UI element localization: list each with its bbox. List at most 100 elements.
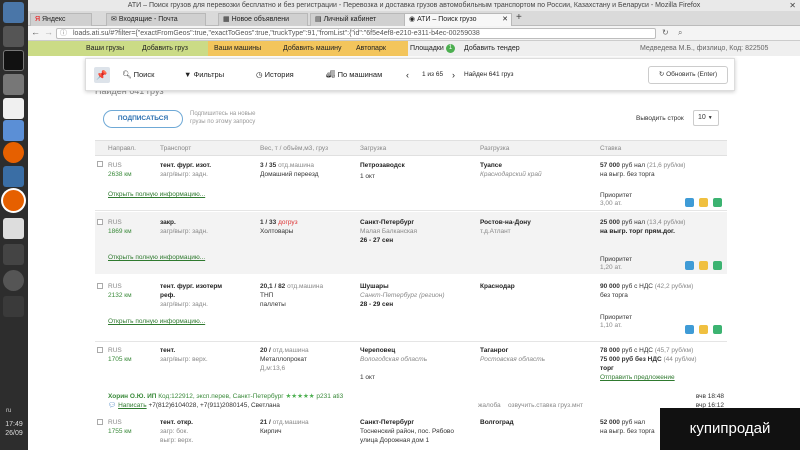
star-icon[interactable] xyxy=(699,261,708,270)
address-bar[interactable]: ⓘ loads.ati.su/#?filter={"exactFromGeos"… xyxy=(56,28,656,39)
nav-add-cargo[interactable]: Добавить груз xyxy=(142,41,188,56)
col-weight[interactable]: Вес, т / объём,м3, груз xyxy=(260,145,328,152)
nav-areas[interactable]: Площадки xyxy=(410,41,444,56)
unload-city[interactable]: Туапсе xyxy=(480,162,502,170)
table-row[interactable]: RUS 1755 км тент. откр. загр: бок. выгр:… xyxy=(95,414,727,450)
voice-rate-link[interactable]: озвучить.ставка xyxy=(508,401,556,410)
search-box-icon[interactable]: ⌕ xyxy=(678,28,682,38)
files-icon[interactable] xyxy=(3,74,24,95)
network-icon[interactable] xyxy=(3,218,24,239)
lang-indicator[interactable]: ru xyxy=(6,408,11,414)
terminal-icon[interactable] xyxy=(3,50,24,71)
prev-page-icon[interactable]: ‹ xyxy=(406,69,409,81)
row-checkbox[interactable] xyxy=(97,219,103,225)
weight-volume: 20,1 / 82 xyxy=(260,283,286,290)
screenshot-icon[interactable] xyxy=(3,120,24,141)
load-city[interactable]: Череповец xyxy=(360,347,395,355)
more-info-link[interactable]: Открыть полную информацию... xyxy=(108,191,205,199)
unload-city[interactable]: Краснодар xyxy=(480,283,515,291)
user-info[interactable]: Медведева М.Б., физлицо, Код: 822505 xyxy=(640,41,768,56)
pin-icon[interactable]: 📌 xyxy=(94,67,110,83)
nav-add-tender[interactable]: Добавить тендер xyxy=(464,41,520,56)
filters-button[interactable]: ▼ Фильтры xyxy=(184,69,224,81)
contact-code: Код:122912, эксп.перев, Санкт-Петербург xyxy=(158,393,284,400)
forward-icon[interactable]: → xyxy=(44,27,53,37)
nav-autopark[interactable]: Автопарк xyxy=(356,41,386,56)
nav-my-cargo[interactable]: Ваши грузы xyxy=(86,41,124,56)
display-icon[interactable] xyxy=(3,166,24,187)
complaint-link[interactable]: жалоба xyxy=(478,401,501,410)
write-link[interactable]: Написать xyxy=(118,402,147,409)
more-info-link[interactable]: Открыть полную информацию... xyxy=(108,318,205,326)
send-offer-link[interactable]: Отправить предложение xyxy=(600,374,675,382)
subscribe-button[interactable]: ПОДПИСАТЬСЯ xyxy=(103,110,183,128)
tab-mail[interactable]: ✉ Входящие - Почта xyxy=(106,13,206,26)
star-icon[interactable] xyxy=(699,325,708,334)
search-button[interactable]: 🔍︎ Поиск xyxy=(122,69,154,81)
firefox-icon[interactable] xyxy=(3,142,24,163)
row-checkbox[interactable] xyxy=(97,419,103,425)
trash-icon[interactable] xyxy=(3,296,24,317)
nav-add-truck[interactable]: Добавить машину xyxy=(283,41,341,56)
unload-city[interactable]: Ростов-на-Дону xyxy=(480,219,531,227)
by-trucks-button[interactable]: 🚚︎ По машинам xyxy=(326,69,382,81)
close-tab-icon[interactable]: ✕ xyxy=(502,14,508,26)
unload-method: выгр: верх. xyxy=(160,437,194,444)
reload-icon[interactable]: ↻ xyxy=(662,28,669,37)
priority-value: 3,00 ат. xyxy=(600,200,622,207)
tab-cabinet[interactable]: ▤ Личный кабинет xyxy=(310,13,408,26)
list-icon[interactable] xyxy=(713,198,722,207)
tab-new-ad[interactable]: ▦ Новое объявлени xyxy=(218,13,308,26)
chat-icon[interactable] xyxy=(685,325,694,334)
contact-company[interactable]: Хорин О.Ю. ИП xyxy=(108,393,156,400)
col-loading[interactable]: Загрузка xyxy=(360,145,386,152)
col-transport[interactable]: Транспорт xyxy=(160,145,191,152)
firefox-active-icon[interactable] xyxy=(3,190,24,211)
close-window-icon[interactable]: ✕ xyxy=(789,0,796,11)
chat-icon[interactable] xyxy=(685,198,694,207)
nav-my-trucks[interactable]: Ваши машины xyxy=(214,41,261,56)
chat-icon[interactable] xyxy=(685,261,694,270)
document-icon[interactable] xyxy=(3,98,24,119)
cargo-mnt-link[interactable]: груз.мнт xyxy=(558,401,583,410)
col-direction[interactable]: Направл. xyxy=(108,145,136,152)
skype-icon[interactable] xyxy=(3,270,24,291)
load-city[interactable]: Санкт-Петербург xyxy=(360,219,414,227)
refresh-button[interactable]: ↻ Обновить (Enter) xyxy=(648,66,728,84)
star-icon[interactable] xyxy=(699,198,708,207)
vk-icon[interactable] xyxy=(3,2,24,23)
new-tab-icon[interactable]: + xyxy=(516,12,522,23)
next-page-icon[interactable]: › xyxy=(452,69,455,81)
unload-city[interactable]: Таганрог xyxy=(480,347,508,355)
watermark-logo: купипродай xyxy=(660,408,800,450)
unload-city[interactable]: Волгоград xyxy=(480,419,514,427)
list-icon[interactable] xyxy=(713,325,722,334)
row-checkbox[interactable] xyxy=(97,347,103,353)
info-icon[interactable]: ⓘ xyxy=(60,29,67,38)
load-city[interactable]: Шушары xyxy=(360,283,389,291)
price-terms: на выгр. без торга xyxy=(600,171,655,178)
load-city[interactable]: Петрозаводск xyxy=(360,162,405,170)
back-icon[interactable]: ← xyxy=(31,27,40,37)
col-unloading[interactable]: Разгрузка xyxy=(480,145,509,152)
tab-yandex[interactable]: Я Яндекс xyxy=(30,13,92,26)
history-button[interactable]: ◷ История xyxy=(256,69,294,81)
calculator-icon[interactable] xyxy=(3,244,24,265)
load-city[interactable]: Санкт-Петербург xyxy=(360,419,414,427)
price-terms: торг xyxy=(600,365,614,372)
tools-icon[interactable] xyxy=(3,26,24,47)
col-rate[interactable]: Ставка xyxy=(600,145,621,152)
load-region: Вологодская область xyxy=(360,356,428,363)
more-info-link[interactable]: Открыть полную информацию... xyxy=(108,254,205,262)
table-row[interactable]: RUS 2132 км тент. фург. изотерм реф. заг… xyxy=(95,278,727,340)
distance: 2638 км xyxy=(108,171,132,178)
weight-note: отд.машина xyxy=(278,162,315,169)
rows-per-page-select[interactable]: 10 ▼ xyxy=(693,110,719,126)
row-checkbox[interactable] xyxy=(97,161,103,167)
tab-ati[interactable]: ◉ АТИ – Поиск грузо ✕ xyxy=(404,13,512,26)
row-checkbox[interactable] xyxy=(97,283,103,289)
table-row[interactable]: RUS 1869 км закр. загр/выгр: задн. 1 / 3… xyxy=(95,212,727,274)
list-icon[interactable] xyxy=(713,261,722,270)
weight-note: отд.машина xyxy=(287,283,324,290)
table-row[interactable]: RUS 2638 км тент. фург. изот. загр/выгр:… xyxy=(95,160,727,210)
